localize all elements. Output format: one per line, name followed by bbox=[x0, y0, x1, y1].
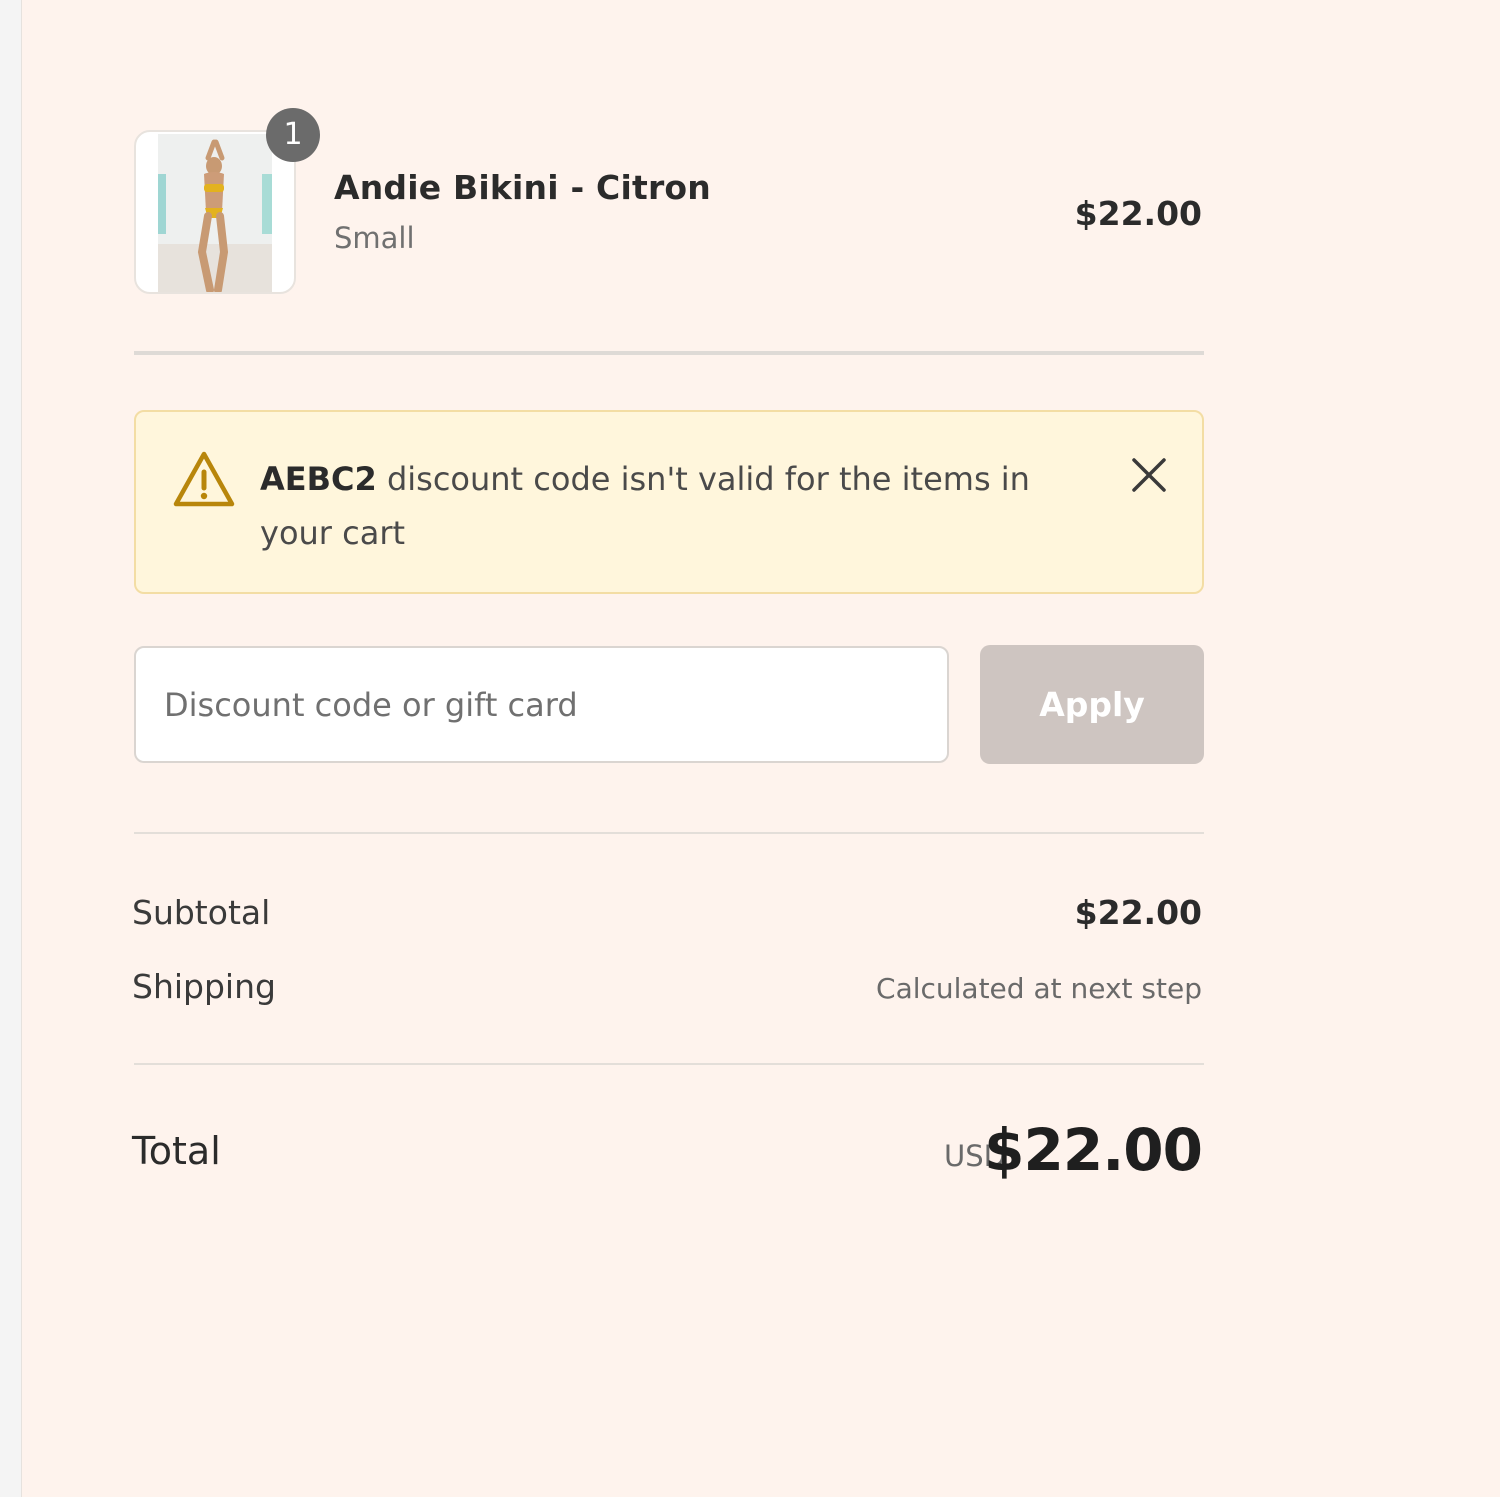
discount-code: AEBC2 bbox=[260, 460, 377, 498]
product-photo bbox=[158, 134, 272, 292]
shipping-label: Shipping bbox=[132, 967, 276, 1006]
left-panel-edge bbox=[0, 0, 22, 1497]
total-label: Total bbox=[132, 1129, 221, 1173]
order-summary: 1 Andie Bikini - Citron Small $22.00 AEB… bbox=[22, 0, 1500, 1497]
discount-code-input[interactable] bbox=[134, 646, 949, 763]
product-thumbnail bbox=[134, 130, 296, 294]
total-amount: $22.00 bbox=[984, 1116, 1203, 1184]
product-variant: Small bbox=[334, 221, 415, 255]
totals-divider bbox=[134, 1063, 1204, 1065]
line-items-divider bbox=[134, 351, 1204, 355]
warning-icon bbox=[172, 450, 236, 514]
product-thumbnail-wrapper: 1 bbox=[134, 108, 320, 294]
close-icon[interactable] bbox=[1128, 454, 1170, 496]
product-price: $22.00 bbox=[1074, 194, 1202, 233]
subtotal-label: Subtotal bbox=[132, 893, 271, 932]
shipping-value: Calculated at next step bbox=[876, 972, 1202, 1005]
discount-error-message: AEBC2 discount code isn't valid for the … bbox=[260, 452, 1100, 560]
subtotal-value: $22.00 bbox=[1074, 893, 1202, 932]
discount-error-banner: AEBC2 discount code isn't valid for the … bbox=[134, 410, 1204, 594]
apply-button[interactable]: Apply bbox=[980, 645, 1204, 764]
discount-divider bbox=[134, 832, 1204, 834]
product-name: Andie Bikini - Citron bbox=[334, 168, 711, 207]
quantity-badge: 1 bbox=[266, 108, 320, 162]
